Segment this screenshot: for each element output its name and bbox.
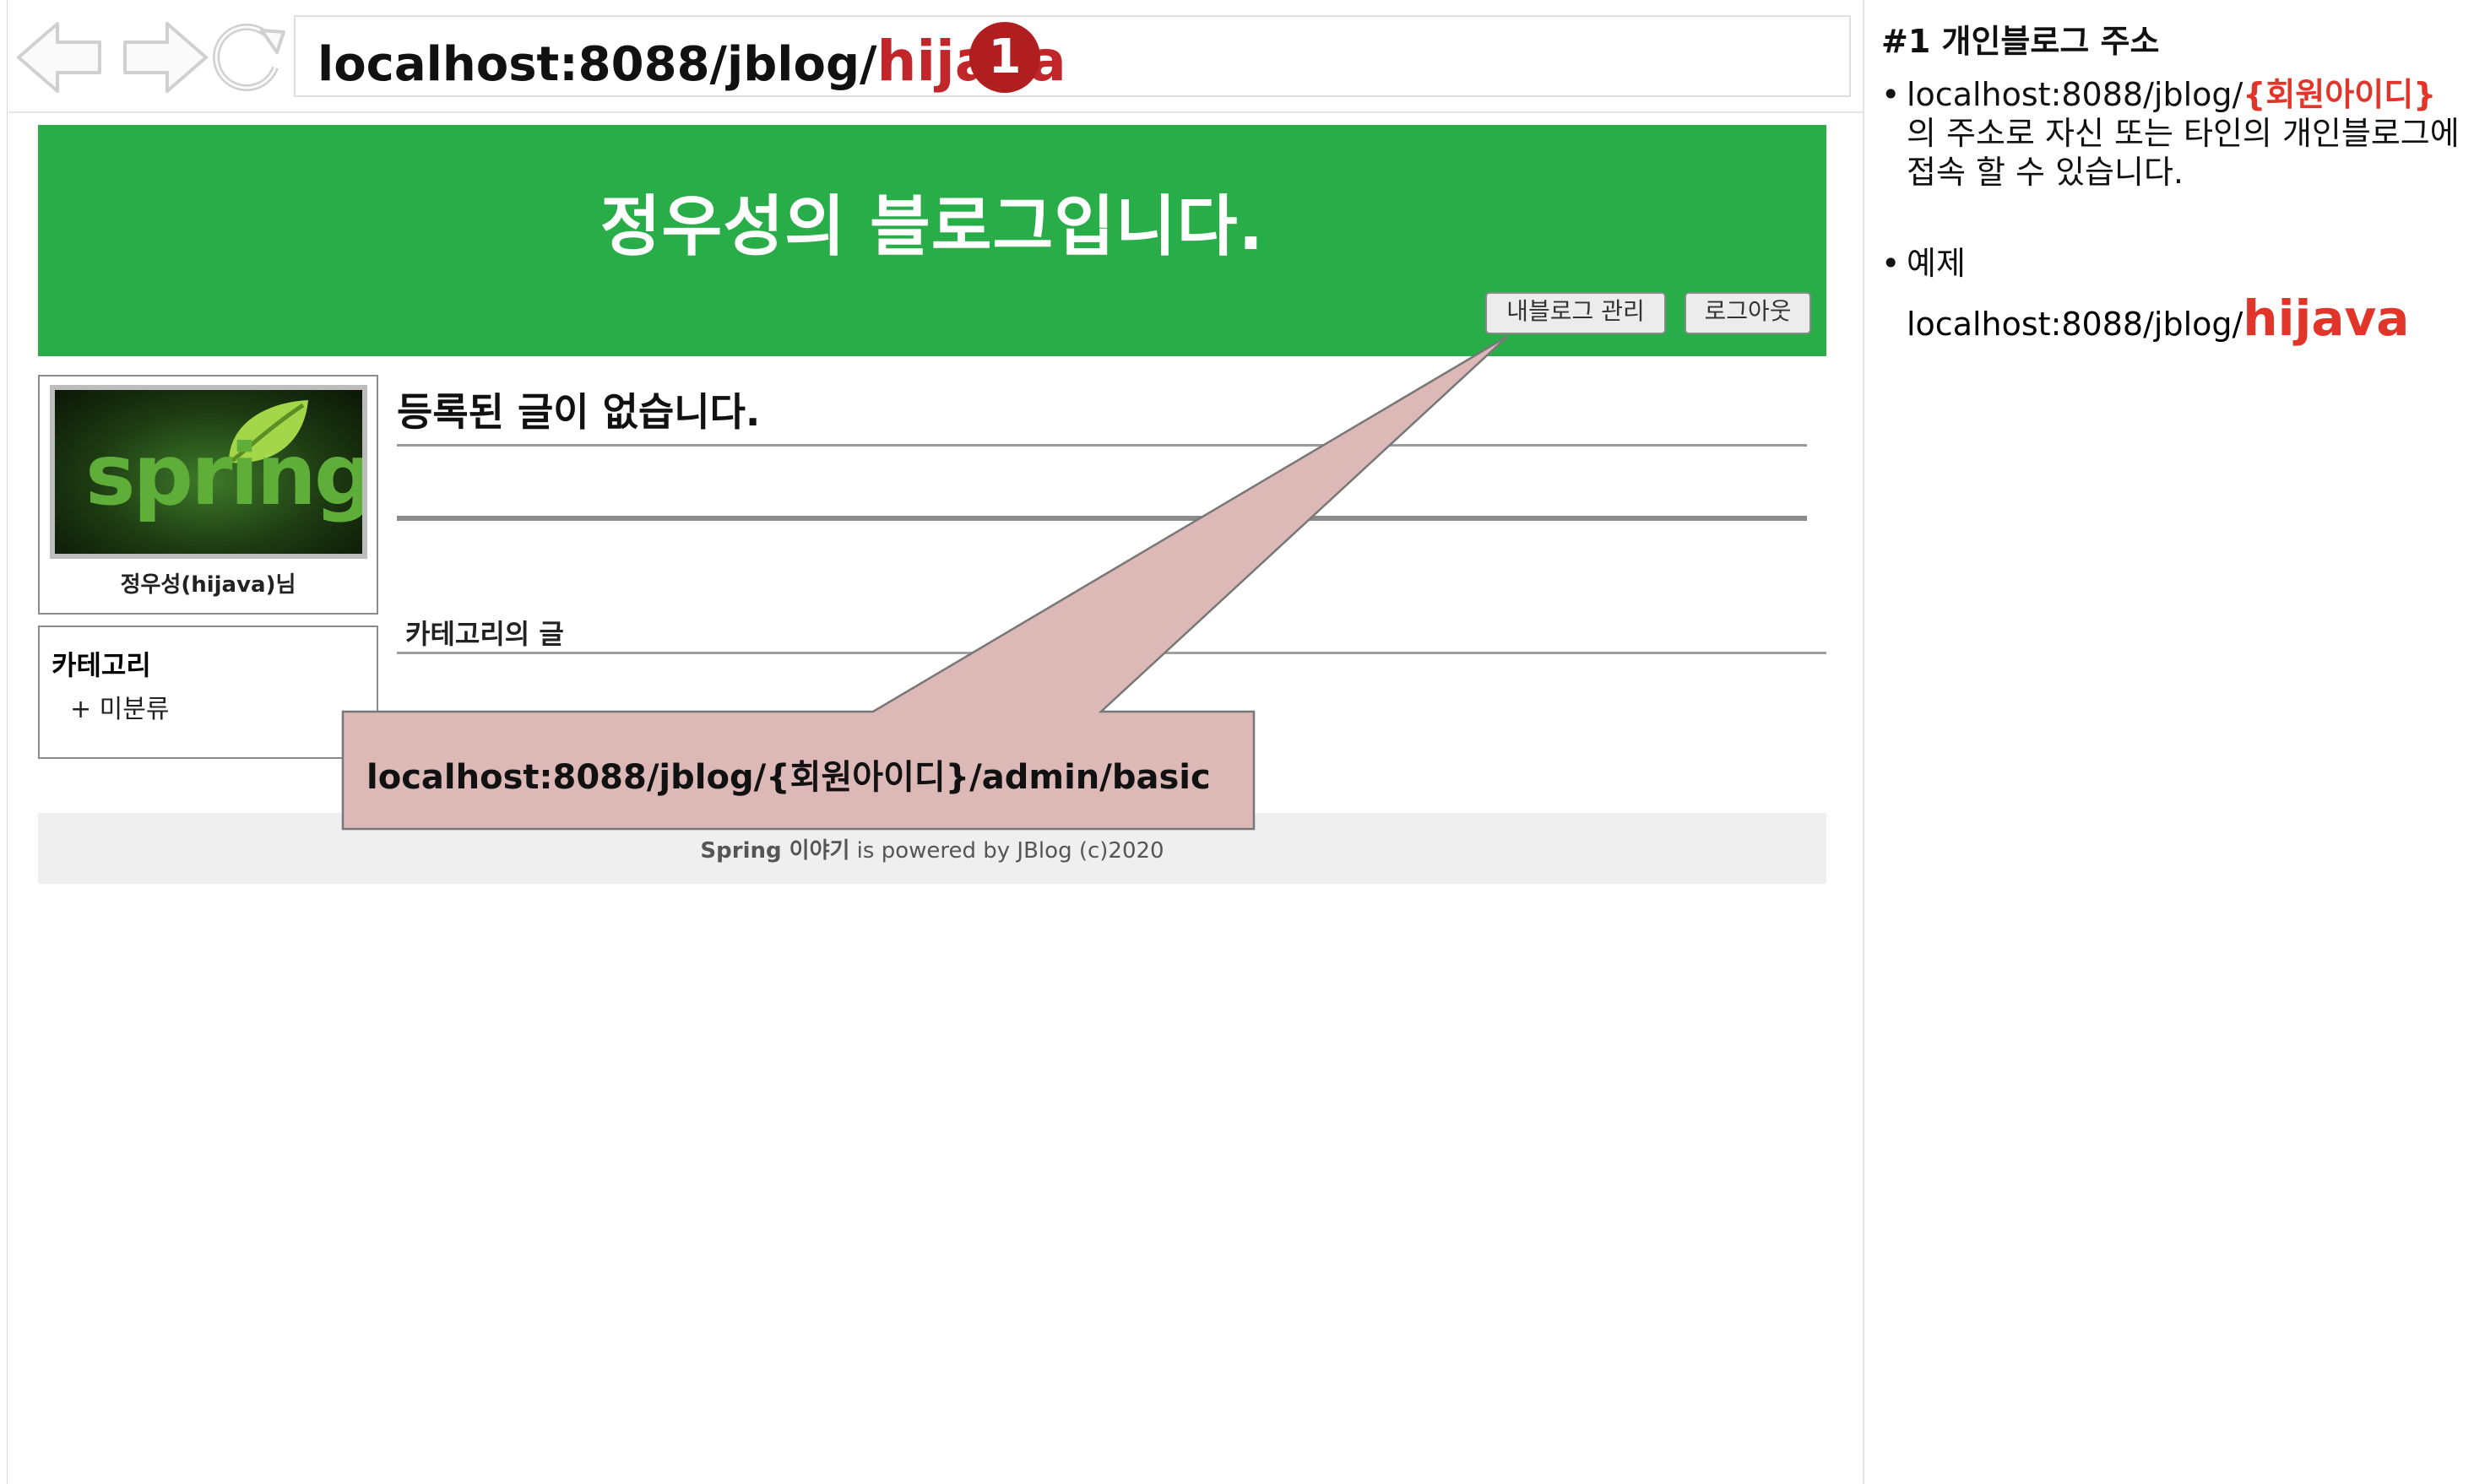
divider-line [397,444,1807,447]
logout-button[interactable]: 로그아웃 [1685,292,1811,334]
spring-logo-text: spring [85,425,367,524]
blog-footer: Spring 이야기 is powered by JBlog (c)2020 [38,813,1826,884]
refresh-icon[interactable] [206,15,290,100]
note-member-id-placeholder: {회원아이디} [2243,76,2437,113]
address-bar[interactable]: localhost:8088/jblog/hijava [294,15,1851,97]
post-title: 등록된 글이 없습니다. [397,389,761,435]
note-bullet-example: 예제 [1881,244,2464,283]
step-number-badge: 1 [969,22,1040,93]
footer-credit: is powered by JBlog (c)2020 [849,838,1164,864]
footer-brand: Spring 이야기 [700,838,850,864]
category-item-uncategorized[interactable]: + 미분류 [70,688,169,725]
profile-name: 정우성(hijava)님 [120,572,296,598]
url-text: localhost:8088/jblog/hijava [317,29,1066,94]
notes-divider [1863,0,1864,1484]
footer-text: Spring 이야기 is powered by JBlog (c)2020 [38,833,1826,864]
divider-line-thick [397,516,1807,521]
notes-heading: #1 개인블로그 주소 [1881,23,2160,60]
note-example-base: localhost:8088/jblog/ [1907,306,2243,343]
category-posts-label: 카테고리의 글 [405,618,564,650]
category-title: 카테고리 [52,649,151,681]
category-box: 카테고리 + 미분류 [38,626,378,759]
notes-panel: #1 개인블로그 주소 localhost:8088/jblog/{회원아이디}… [1881,15,2464,347]
note-example-label: 예제 [1907,245,1966,282]
note-description: 의 주소로 자신 또는 타인의 개인블로그에 접속 할 수 있습니다. [1907,115,2460,191]
profile-box: spring 정우성(hijava)님 [38,375,378,615]
divider-line [397,652,1826,654]
forward-arrow-icon[interactable] [117,15,209,100]
note-bullet-address: localhost:8088/jblog/{회원아이디} 의 주소로 자신 또는… [1881,75,2464,192]
callout-text: localhost:8088/jblog/{회원아이디}/admin/basic [366,758,1211,797]
back-arrow-icon[interactable] [15,15,108,100]
profile-image: spring [50,385,367,559]
note-example-url: localhost:8088/jblog/hijava [1881,290,2464,347]
note-example-user: hijava [2243,290,2410,347]
note-url-prefix: localhost:8088/jblog/ [1907,76,2243,113]
my-blog-admin-button[interactable]: 내블로그 관리 [1485,292,1666,334]
blog-header: 정우성의 블로그입니다. 내블로그 관리 로그아웃 [38,125,1826,356]
frame-border [7,0,8,1484]
blog-title: 정우성의 블로그입니다. [600,189,1265,265]
url-base: localhost:8088/jblog/ [317,37,877,92]
